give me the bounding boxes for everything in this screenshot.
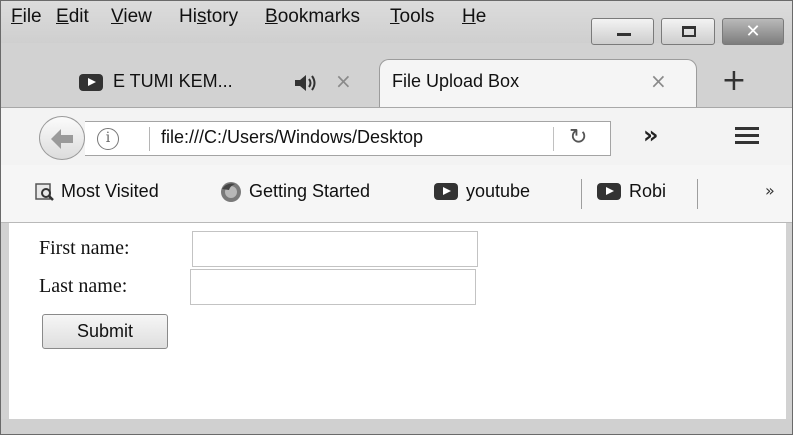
- new-tab-button[interactable]: +: [719, 66, 749, 97]
- navigation-bar: i file:///C:/Users/Windows/Desktop ↻ »: [1, 107, 792, 165]
- reload-icon[interactable]: ↻: [569, 125, 587, 150]
- toolbar-overflow-icon[interactable]: »: [643, 121, 659, 149]
- tab-title: File Upload Box: [392, 71, 520, 91]
- youtube-icon: [79, 74, 103, 91]
- back-button[interactable]: [39, 116, 85, 160]
- most-visited-icon: [35, 183, 54, 201]
- close-window-button[interactable]: ✕: [722, 18, 784, 45]
- minimize-icon: [617, 33, 631, 36]
- bookmark-label: Most Visited: [61, 181, 159, 201]
- tab-strip: E TUMI KEM... × File Upload Box × +: [1, 43, 792, 107]
- back-arrow-icon: [51, 129, 73, 149]
- submit-button[interactable]: Submit: [42, 314, 168, 349]
- first-name-field[interactable]: [192, 231, 478, 267]
- info-icon[interactable]: i: [97, 128, 119, 150]
- tab-youtube-video[interactable]: E TUMI KEM... ×: [61, 59, 381, 107]
- first-name-label: First name:: [39, 237, 130, 259]
- browser-window: File Edit View History Bookmarks Tools H…: [0, 0, 793, 435]
- minimize-button[interactable]: [591, 18, 654, 45]
- menu-history[interactable]: History: [179, 6, 238, 28]
- url-bar[interactable]: i file:///C:/Users/Windows/Desktop ↻: [85, 121, 611, 156]
- maximize-icon: [682, 26, 696, 37]
- menu-view[interactable]: View: [111, 6, 152, 28]
- menu-tools[interactable]: Tools: [390, 6, 434, 28]
- menu-help[interactable]: He: [462, 6, 486, 28]
- menu-bookmarks[interactable]: Bookmarks: [265, 6, 360, 28]
- youtube-icon: [597, 183, 621, 200]
- url-text[interactable]: file:///C:/Users/Windows/Desktop: [161, 127, 551, 148]
- hamburger-menu-icon[interactable]: [735, 127, 759, 145]
- firefox-icon: [221, 182, 241, 202]
- bookmark-separator: [697, 179, 698, 209]
- bookmark-label: Robi: [629, 181, 667, 201]
- url-divider: [149, 127, 150, 151]
- speaker-icon[interactable]: [293, 73, 319, 93]
- menu-edit[interactable]: Edit: [56, 6, 89, 28]
- bookmarks-bar: Most Visited Getting Started youtube Rob…: [1, 165, 792, 223]
- window-bottom-border: [1, 419, 792, 434]
- maximize-button[interactable]: [661, 18, 715, 45]
- page-content: First name: Last name: Submit: [9, 223, 786, 419]
- close-tab-icon[interactable]: ×: [650, 69, 667, 93]
- bookmark-separator: [581, 179, 582, 209]
- bookmark-label: youtube: [466, 181, 531, 201]
- tab-title: E TUMI KEM...: [113, 71, 233, 91]
- menu-bar: File Edit View History Bookmarks Tools H…: [1, 1, 792, 45]
- bookmarks-overflow-icon[interactable]: »: [765, 181, 775, 200]
- last-name-label: Last name:: [39, 275, 128, 297]
- close-tab-icon[interactable]: ×: [335, 69, 352, 93]
- last-name-field[interactable]: [190, 269, 476, 305]
- tab-file-upload-box[interactable]: File Upload Box ×: [379, 59, 697, 107]
- youtube-icon: [434, 183, 458, 200]
- close-icon: ✕: [745, 21, 761, 42]
- menu-file[interactable]: File: [11, 6, 42, 28]
- bookmark-label: Getting Started: [249, 181, 371, 201]
- reload-divider: [553, 127, 554, 151]
